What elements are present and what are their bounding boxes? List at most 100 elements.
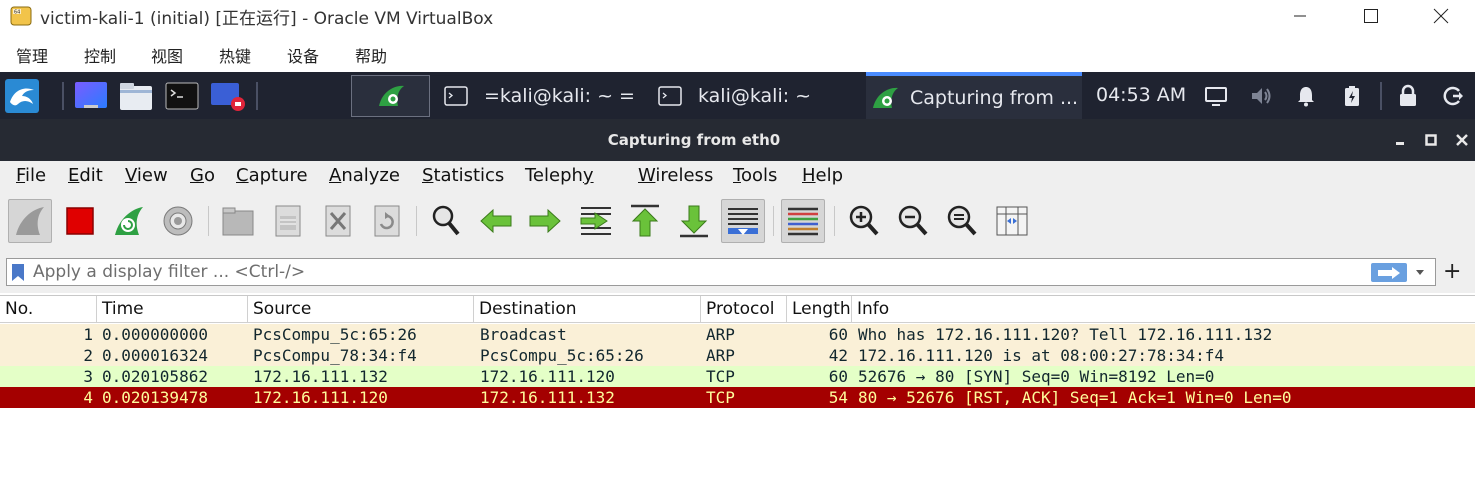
window-title: victim-kali-1 (initial) [正在运行] - Oracle … (40, 9, 494, 29)
menu-capture[interactable]: Capture (236, 165, 308, 186)
menu-mnemonic: H (802, 165, 816, 186)
menu-analyze[interactable]: Analyze (329, 165, 400, 186)
svg-text:64: 64 (14, 10, 20, 16)
display-filter-input[interactable] (33, 259, 1363, 285)
open-file-button[interactable] (216, 199, 260, 243)
close-button[interactable] (1418, 0, 1464, 32)
find-packet-button[interactable] (424, 199, 468, 243)
screen-recorder-launcher[interactable] (210, 80, 246, 112)
menu-statistics[interactable]: Statistics (422, 165, 504, 186)
desktop-launcher[interactable] (74, 80, 108, 112)
logout-icon[interactable] (1441, 84, 1465, 108)
packet-row[interactable]: 2 0.000016324 PcsCompu_78:34:f4 PcsCompu_5c… (0, 345, 1475, 366)
menu-label: apture (248, 165, 308, 186)
stop-capture-button[interactable] (58, 199, 102, 243)
vbox-menu-view[interactable]: 视图 (151, 43, 183, 67)
column-header-no[interactable]: No. (0, 296, 97, 323)
column-header-destination[interactable]: Destination (474, 296, 701, 323)
file-manager-launcher[interactable] (119, 80, 153, 112)
go-forward-button[interactable] (523, 199, 567, 243)
menu-label: ile (25, 165, 47, 186)
battery-charging-icon[interactable] (1340, 84, 1364, 108)
packet-list-header: No. Time Source Destination Protocol Len… (0, 296, 1475, 323)
panel-clock[interactable]: 04:53 AM (1096, 84, 1186, 106)
save-file-icon (275, 205, 301, 237)
menu-edit[interactable]: Edit (68, 165, 103, 186)
restart-capture-button[interactable] (107, 199, 151, 243)
notifications-bell-icon[interactable] (1294, 84, 1318, 108)
vbox-menu-control[interactable]: 控制 (84, 43, 116, 67)
minimize-button[interactable] (1277, 0, 1323, 32)
column-header-protocol[interactable]: Protocol (701, 296, 787, 323)
packet-cell-no: 1 (83, 325, 93, 344)
column-header-length[interactable]: Length (787, 296, 852, 323)
toolbar-separator (416, 206, 417, 236)
vbox-menu-devices[interactable]: 设备 (287, 43, 319, 67)
start-capture-button[interactable] (8, 199, 52, 243)
column-header-info[interactable]: Info (852, 296, 1475, 323)
column-header-source[interactable]: Source (248, 296, 474, 323)
display-icon[interactable] (1204, 84, 1228, 108)
reload-file-button[interactable] (365, 199, 409, 243)
packet-cell-source: 172.16.111.120 (253, 388, 388, 407)
task-terminal-1[interactable]: =kali@kali: ~ = (442, 75, 642, 117)
menu-mnemonic: V (125, 165, 137, 186)
folder-icon (120, 83, 152, 110)
menu-help[interactable]: Help (802, 165, 843, 186)
task-wireshark-minimized[interactable] (351, 75, 430, 117)
vbox-titlebar: 64 victim-kali-1 (initial) [正在运行] - Orac… (0, 0, 1475, 32)
zoom-normal-button[interactable] (940, 199, 984, 243)
go-to-packet-button[interactable] (573, 199, 617, 243)
menu-telephony[interactable]: Telephy (525, 165, 594, 186)
task-terminal-2[interactable]: kali@kali: ~ (656, 75, 856, 117)
terminal-launcher[interactable] (165, 80, 199, 112)
wireshark-close-icon[interactable] (1454, 132, 1470, 148)
gear-icon (163, 206, 193, 236)
resize-columns-button[interactable] (990, 199, 1034, 243)
capture-options-button[interactable] (156, 199, 200, 243)
auto-scroll-button[interactable] (721, 199, 765, 243)
zoom-out-button[interactable] (891, 199, 935, 243)
zoom-reset-icon (947, 205, 977, 236)
lock-screen-icon[interactable] (1396, 84, 1420, 108)
vbox-menu-help[interactable]: 帮助 (355, 43, 387, 67)
menu-go[interactable]: Go (190, 165, 215, 186)
auto-scroll-icon (728, 208, 758, 235)
menu-view[interactable]: View (125, 165, 168, 186)
zoom-out-icon (898, 205, 928, 236)
packet-cell-length: 60 (828, 325, 848, 344)
go-back-button[interactable] (474, 199, 518, 243)
stop-icon (66, 207, 94, 235)
packet-cell-destination: 172.16.111.120 (480, 367, 615, 386)
task-wireshark-capturing[interactable]: Capturing from ... (866, 72, 1082, 119)
packet-row[interactable]: 3 0.020105862 172.16.111.132 172.16.111.120… (0, 366, 1475, 387)
packet-row[interactable]: 1 0.000000000 PcsCompu_5c:65:26 Broadcast AR… (0, 324, 1475, 345)
add-filter-button[interactable]: + (1443, 259, 1461, 284)
menu-mnemonic: T (733, 165, 741, 186)
volume-icon[interactable] (1249, 84, 1273, 108)
menu-tools[interactable]: Tools (733, 165, 777, 186)
vbox-menu-hotkey[interactable]: 热键 (219, 43, 251, 67)
colorize-button[interactable] (781, 199, 825, 243)
close-file-button[interactable] (316, 199, 360, 243)
save-file-button[interactable] (266, 199, 310, 243)
wireshark-minimize-icon[interactable] (1392, 132, 1408, 148)
menu-wireless[interactable]: Wireless (638, 165, 713, 186)
packet-row[interactable]: 4 0.020139478 172.16.111.120 172.16.111.132… (0, 387, 1475, 408)
maximize-button[interactable] (1348, 0, 1394, 32)
bookmark-icon[interactable] (11, 263, 25, 282)
wireshark-titlebar: Capturing from eth0 (0, 119, 1475, 161)
wireshark-maximize-icon[interactable] (1423, 132, 1439, 148)
chevron-down-icon[interactable] (1413, 264, 1427, 280)
packet-cell-destination: 172.16.111.132 (480, 388, 615, 407)
first-packet-button[interactable] (623, 199, 667, 243)
menu-label: elp (815, 165, 844, 186)
vbox-menu-manage[interactable]: 管理 (16, 43, 48, 67)
menu-file[interactable]: File (16, 165, 46, 186)
wireshark-icon (873, 87, 898, 108)
kali-menu-button[interactable] (0, 72, 44, 119)
apply-filter-button[interactable] (1371, 263, 1407, 282)
column-header-time[interactable]: Time (97, 296, 248, 323)
last-packet-button[interactable] (672, 199, 716, 243)
zoom-in-button[interactable] (842, 199, 886, 243)
